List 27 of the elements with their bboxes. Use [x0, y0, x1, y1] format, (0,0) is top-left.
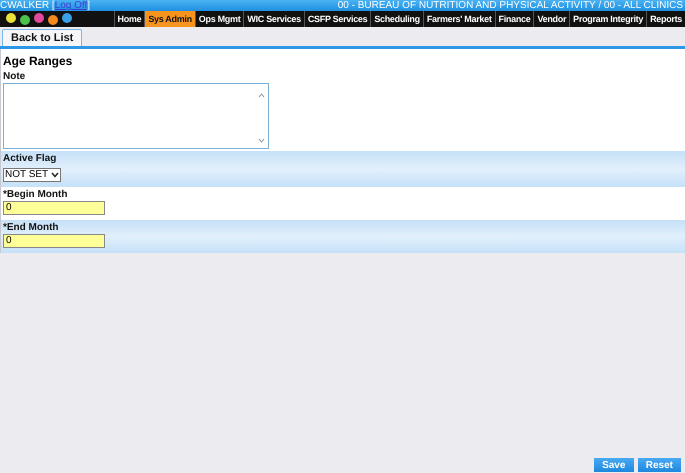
location-text: 00 - BUREAU OF NUTRITION AND PHYSICAL ACTIVITY / 00 - ALL CLINICS	[338, 0, 683, 11]
nav-tab[interactable]: Vendor	[533, 11, 570, 27]
form-title: Age Ranges	[2, 53, 74, 69]
input-field[interactable]: 0	[3, 234, 105, 248]
nav-tab[interactable]: CSFP Services	[304, 11, 370, 27]
user-name: CWALKER	[0, 0, 50, 11]
bracket: ]	[87, 0, 90, 11]
field-label: Active Flag	[3, 153, 58, 164]
nav-tab[interactable]: Program Integrity	[569, 11, 646, 27]
back-to-list-tab[interactable]: Back to List	[2, 29, 82, 46]
nav-tab[interactable]: Farmers' Market	[422, 11, 495, 27]
field-label: *Begin Month	[3, 188, 68, 200]
caret-icon	[51, 172, 60, 178]
input-field[interactable]: 0	[3, 200, 105, 214]
field-label: Note	[3, 71, 26, 82]
select-field[interactable]: NOT SET	[3, 168, 62, 182]
nav-tab[interactable]: Sys Admin	[144, 11, 195, 27]
nav-tab[interactable]: Finance	[494, 11, 534, 27]
nav-tab[interactable]: Scheduling	[370, 11, 423, 27]
bracket: [	[52, 0, 55, 11]
nav-tab[interactable]: WIC Services	[243, 11, 304, 27]
nav-tab[interactable]: Reports	[646, 11, 685, 27]
scroll-arrows-icon	[258, 92, 265, 144]
field-label: *End Month	[3, 222, 60, 232]
note-field[interactable]	[3, 83, 269, 149]
nav-tab[interactable]: Ops Mgmt	[194, 11, 244, 27]
logo-drawing	[4, 12, 74, 26]
